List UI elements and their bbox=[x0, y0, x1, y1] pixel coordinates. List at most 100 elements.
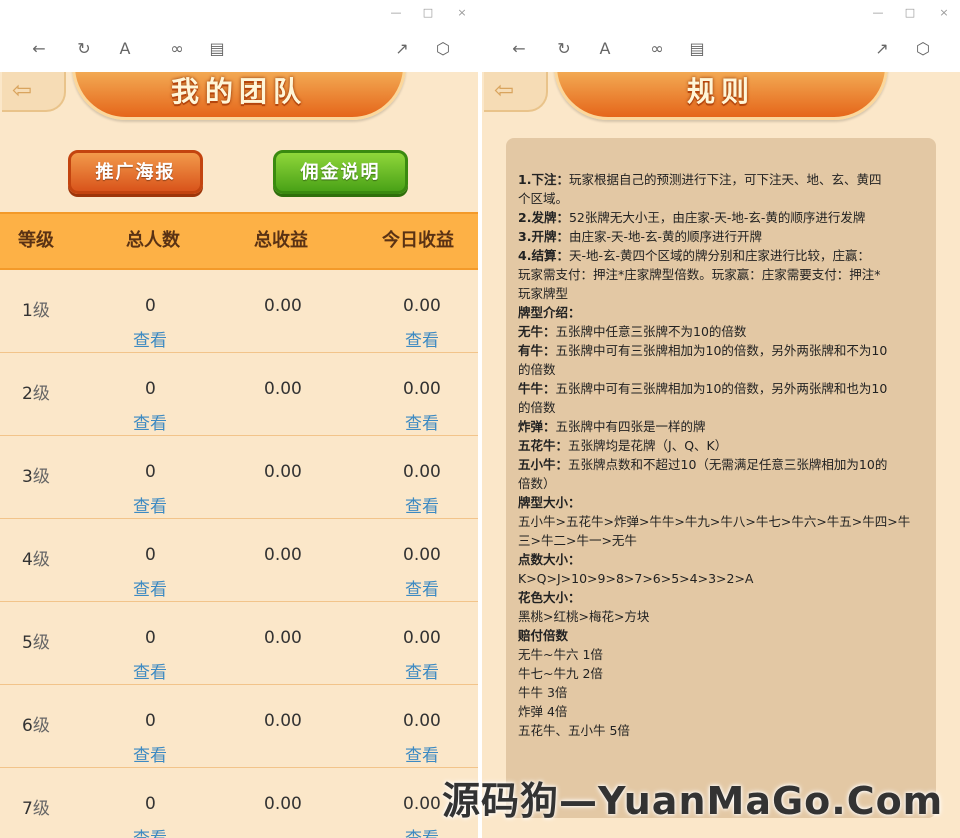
rule-line: 牛七~牛九 2倍 bbox=[518, 664, 928, 683]
back-arrow-icon: ⇦ bbox=[12, 76, 33, 104]
view-link[interactable]: 查看 bbox=[133, 409, 167, 434]
back-button[interactable]: ⇦ bbox=[484, 72, 548, 112]
level-cell: 7级 bbox=[22, 794, 50, 819]
rule-line: 的倍数 bbox=[518, 398, 928, 417]
page-title: 规则 bbox=[686, 75, 755, 108]
total-cell: 0.00 bbox=[264, 628, 302, 648]
back-button[interactable]: ⇦ bbox=[2, 72, 66, 112]
view-link[interactable]: 查看 bbox=[405, 824, 439, 838]
back-arrow-icon[interactable]: ← bbox=[28, 38, 50, 60]
font-size-icon[interactable]: A bbox=[114, 38, 136, 60]
rule-text: 的倍数 bbox=[518, 362, 556, 377]
rule-text: 五小牛>五花牛>炸弹>牛牛>牛九>牛八>牛七>牛六>牛五>牛四>牛 bbox=[518, 514, 911, 529]
rule-line: 无牛：五张牌中任意三张牌不为10的倍数 bbox=[518, 322, 928, 341]
today-cell: 0.00 bbox=[403, 545, 441, 565]
rule-line: 点数大小： bbox=[518, 550, 928, 569]
rule-text: 玩家根据自己的预测进行下注，可下注天、地、玄、黄四 bbox=[568, 172, 882, 187]
level-number: 1 bbox=[22, 301, 33, 321]
header-count: 总人数 bbox=[126, 230, 180, 251]
link-icon[interactable]: ∞ bbox=[646, 38, 668, 60]
table-row: 4级 0 查看 0.00 0.00 查看 bbox=[0, 519, 478, 602]
view-link[interactable]: 查看 bbox=[133, 658, 167, 683]
rule-text: 的倍数 bbox=[518, 400, 556, 415]
table-row: 3级 0 查看 0.00 0.00 查看 bbox=[0, 436, 478, 519]
rule-text: 玩家牌型 bbox=[518, 286, 569, 301]
rule-text: 个区域。 bbox=[518, 191, 569, 206]
rule-line: 的倍数 bbox=[518, 360, 928, 379]
page-title: 我的团队 bbox=[170, 75, 307, 108]
commission-info-button[interactable]: 佣金说明 bbox=[273, 150, 408, 194]
share-icon[interactable]: ↗ bbox=[871, 38, 893, 60]
cube-icon[interactable]: ⬡ bbox=[912, 38, 934, 60]
rule-text: 三>牛二>牛一>无牛 bbox=[518, 533, 637, 548]
level-number: 3 bbox=[22, 467, 33, 487]
window-icon[interactable]: ▤ bbox=[206, 38, 228, 60]
cube-icon[interactable]: ⬡ bbox=[432, 38, 454, 60]
view-link[interactable]: 查看 bbox=[405, 741, 439, 766]
view-link[interactable]: 查看 bbox=[405, 409, 439, 434]
rule-text: 52张牌无大小王，由庄家-天-地-玄-黄的顺序进行发牌 bbox=[568, 210, 866, 225]
team-window: — □ × ← ↻ A ∞ ▤ ↗ ⬡ 我的团队 ⇦ 推广海报 佣金说明 等级 … bbox=[0, 0, 478, 838]
title-banner: 规则 bbox=[554, 72, 888, 120]
rule-line: 2.发牌：52张牌无大小王，由庄家-天-地-玄-黄的顺序进行发牌 bbox=[518, 208, 928, 227]
view-link[interactable]: 查看 bbox=[405, 326, 439, 351]
view-link[interactable]: 查看 bbox=[133, 824, 167, 838]
table-row: 7级 0 查看 0.00 0.00 查看 bbox=[0, 768, 478, 838]
close-button[interactable]: × bbox=[936, 6, 952, 19]
view-link[interactable]: 查看 bbox=[133, 326, 167, 351]
refresh-icon[interactable]: ↻ bbox=[73, 38, 95, 60]
minimize-button[interactable]: — bbox=[388, 6, 404, 19]
count-cell: 0 bbox=[145, 379, 156, 399]
rule-heading: 点数大小： bbox=[518, 552, 581, 567]
team-table: 1级 0 查看 0.00 0.00 查看 2级 0 查看 0.00 0.00 查看 3级 0 查看 0.00 0… bbox=[0, 270, 478, 838]
rule-heading: 牌型介绍： bbox=[518, 305, 581, 320]
close-button[interactable]: × bbox=[454, 6, 470, 19]
view-link[interactable]: 查看 bbox=[133, 741, 167, 766]
share-icon[interactable]: ↗ bbox=[391, 38, 413, 60]
view-link[interactable]: 查看 bbox=[133, 492, 167, 517]
level-suffix: 级 bbox=[32, 633, 50, 653]
view-link[interactable]: 查看 bbox=[405, 575, 439, 600]
count-cell: 0 bbox=[145, 794, 156, 814]
rule-text: 倍数） bbox=[518, 476, 556, 491]
browser-toolbar: ← ↻ A ∞ ▤ ↗ ⬡ bbox=[482, 28, 960, 72]
rule-line: 三>牛二>牛一>无牛 bbox=[518, 531, 928, 550]
table-header: 等级 总人数 总收益 今日收益 bbox=[0, 212, 478, 270]
title-bar: — □ × bbox=[0, 0, 478, 28]
rule-text: 牛牛 3倍 bbox=[518, 685, 568, 700]
rule-line: K>Q>J>10>9>8>7>6>5>4>3>2>A bbox=[518, 569, 928, 588]
view-link[interactable]: 查看 bbox=[405, 658, 439, 683]
view-link[interactable]: 查看 bbox=[405, 492, 439, 517]
rules-text: 1.下注：玩家根据自己的预测进行下注，可下注天、地、玄、黄四个区域。 2.发牌：5… bbox=[518, 170, 928, 740]
count-cell: 0 bbox=[145, 711, 156, 731]
promo-poster-button[interactable]: 推广海报 bbox=[68, 150, 203, 194]
level-number: 4 bbox=[22, 550, 33, 570]
rule-line: 倍数） bbox=[518, 474, 928, 493]
link-icon[interactable]: ∞ bbox=[166, 38, 188, 60]
back-arrow-icon[interactable]: ← bbox=[508, 38, 530, 60]
rule-line: 个区域。 bbox=[518, 189, 928, 208]
rule-text: 由庄家-天-地-玄-黄的顺序进行开牌 bbox=[568, 229, 762, 244]
rule-line: 玩家牌型 bbox=[518, 284, 928, 303]
rule-text: 天-地-玄-黄四个区域的牌分别和庄家进行比较，庄赢： bbox=[568, 248, 870, 263]
rule-heading: 1.下注： bbox=[518, 172, 569, 187]
rule-line: 无牛~牛六 1倍 bbox=[518, 645, 928, 664]
refresh-icon[interactable]: ↻ bbox=[553, 38, 575, 60]
window-icon[interactable]: ▤ bbox=[686, 38, 708, 60]
level-suffix: 级 bbox=[32, 384, 50, 404]
rule-line: 五花牛、五小牛 5倍 bbox=[518, 721, 928, 740]
rule-text: 五张牌均是花牌（J、Q、K） bbox=[568, 438, 728, 453]
font-size-icon[interactable]: A bbox=[594, 38, 616, 60]
rule-text: 无牛~牛六 1倍 bbox=[518, 647, 603, 662]
maximize-button[interactable]: □ bbox=[902, 6, 918, 19]
rule-text: K>Q>J>10>9>8>7>6>5>4>3>2>A bbox=[518, 571, 754, 586]
minimize-button[interactable]: — bbox=[870, 6, 886, 19]
view-link[interactable]: 查看 bbox=[133, 575, 167, 600]
total-cell: 0.00 bbox=[264, 462, 302, 482]
rule-heading: 牌型大小： bbox=[518, 495, 581, 510]
total-cell: 0.00 bbox=[264, 711, 302, 731]
maximize-button[interactable]: □ bbox=[420, 6, 436, 19]
today-cell: 0.00 bbox=[403, 296, 441, 316]
level-cell: 6级 bbox=[22, 711, 50, 736]
rule-text: 五张牌中任意三张牌不为10的倍数 bbox=[555, 324, 747, 339]
